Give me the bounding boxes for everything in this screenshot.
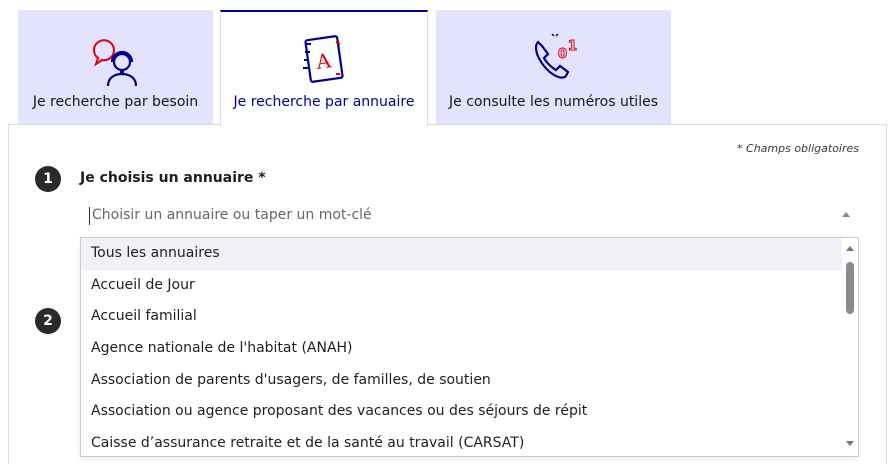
- text-cursor: [89, 207, 90, 225]
- chevron-up-icon[interactable]: [842, 212, 850, 217]
- svg-text:0: 0: [558, 47, 567, 62]
- scrollbar-thumb[interactable]: [846, 262, 854, 314]
- step-number: 1: [35, 166, 61, 192]
- tab-by-need[interactable]: Je recherche par besoin: [18, 10, 213, 124]
- list-item[interactable]: Association de parents d'usagers, de fam…: [81, 365, 858, 397]
- directory-field-label: Je choisis un annuaire *: [80, 170, 266, 186]
- support-agent-icon: [92, 39, 137, 87]
- list-item[interactable]: Accueil de Jour: [81, 270, 858, 302]
- tab-useful-numbers[interactable]: 0 1 Je consulte les numéros utiles: [436, 10, 671, 124]
- tab-label: Je recherche par annuaire: [233, 94, 415, 110]
- directory-options-list[interactable]: Tous les annuaires Accueil de Jour Accue…: [80, 237, 859, 457]
- directory-combobox[interactable]: Choisir un annuaire ou taper un mot-clé: [80, 200, 858, 232]
- list-item[interactable]: Association ou agence proposant des vaca…: [81, 396, 858, 428]
- address-book-icon: A: [303, 35, 344, 83]
- list-item[interactable]: Caisse d’assurance retraite et de la san…: [81, 428, 858, 456]
- svg-text:1: 1: [568, 39, 577, 54]
- list-item[interactable]: Accueil familial: [81, 301, 858, 333]
- required-fields-note: * Champs obligatoires: [737, 142, 859, 155]
- list-item[interactable]: Agence nationale de l'habitat (ANAH): [81, 333, 858, 365]
- scroll-down-icon[interactable]: [846, 441, 854, 446]
- scrollbar[interactable]: [842, 238, 858, 456]
- step-number: 2: [35, 308, 61, 334]
- directory-search-input[interactable]: Choisir un annuaire ou taper un mot-clé: [92, 207, 372, 223]
- tab-label: Je consulte les numéros utiles: [449, 94, 658, 110]
- tab-by-directory[interactable]: A Je recherche par annuaire: [220, 10, 428, 126]
- phone-numbers-icon: 0 1: [534, 33, 577, 79]
- scroll-up-icon[interactable]: [846, 246, 854, 251]
- tab-label: Je recherche par besoin: [32, 94, 199, 110]
- list-item[interactable]: Tous les annuaires: [81, 238, 858, 270]
